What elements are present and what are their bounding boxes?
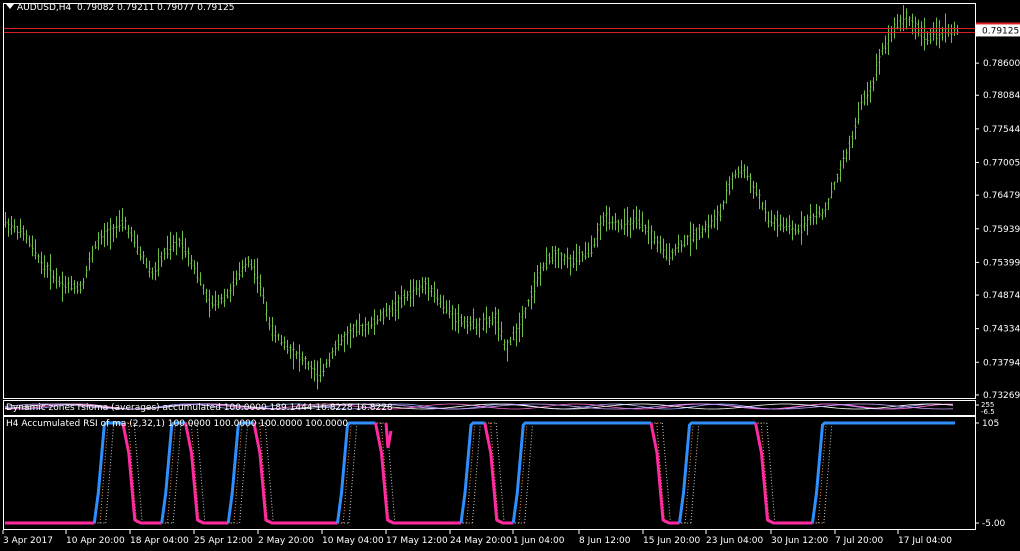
time-tick-label: 25 Apr 12:00 (194, 536, 253, 546)
rsi-segment-up (511, 421, 651, 524)
current-price-marker (976, 22, 1020, 25)
price-tick-label: 0.78600 (983, 59, 1020, 69)
rsi-segment-down (754, 422, 813, 525)
price-tick-label: 0.78084 (983, 91, 1020, 101)
time-tick-label: 30 Jun 12:00 (771, 536, 828, 546)
ind2-axis-top: 105 (982, 419, 999, 429)
rsi-spike (384, 422, 393, 449)
indicator2-frame (3, 416, 976, 530)
time-tick-label: 7 Jul 20:00 (835, 536, 884, 546)
indicator1-label: Dynamic zones rsioma (averages) accumula… (6, 403, 393, 413)
current-price-line: 0.79125 (4, 22, 1020, 37)
ind1-axis-bottom: -6.5 (981, 408, 995, 416)
price-tick-label: 0.74334 (983, 325, 1020, 335)
price-tick-label: 0.73794 (983, 358, 1020, 368)
time-tick-label: 10 May 04:00 (322, 536, 384, 546)
price-tick-label: 0.73269 (983, 391, 1020, 401)
time-tick-label: 17 Jul 04:00 (898, 536, 952, 546)
price-tick-label: 0.77005 (983, 158, 1020, 168)
indicator2-pane: 105 -5.00 (5, 419, 1006, 529)
candlestick-series (4, 5, 959, 390)
price-tick-label: 0.74874 (983, 291, 1020, 301)
time-tick-label: 3 Apr 2017 (3, 536, 53, 546)
price-tick-label: 0.75939 (983, 225, 1020, 235)
rsi-segment-up (336, 421, 376, 524)
rsi-segment-down (483, 422, 514, 525)
time-tick-label: 15 Jun 20:00 (643, 536, 700, 546)
rsi-segment-up (92, 421, 123, 524)
rsi-segment-down (121, 422, 162, 525)
rsi-segment-up (811, 421, 955, 524)
price-tick-label: 0.77544 (983, 125, 1020, 135)
time-tick-label: 24 May 20:00 (450, 536, 512, 546)
time-axis: 3 Apr 2017 10 Apr 20:00 18 Apr 04:00 25 Apr… (2, 530, 952, 546)
rsi-segment-up (160, 421, 186, 524)
time-tick-label: 23 Jun 04:00 (706, 536, 763, 546)
price-tick-label: 0.76479 (983, 191, 1020, 201)
rsi-segment-up (459, 421, 485, 524)
main-chart-frame (3, 3, 976, 399)
price-chart-canvas[interactable]: 0.79125 0.78600 0.78084 0.77544 0.77005 0.76… (0, 0, 1020, 551)
time-tick-label: 8 Jun 12:00 (579, 536, 631, 546)
time-tick-label: 1 Jun 04:00 (513, 536, 565, 546)
time-tick-label: 17 May 12:00 (386, 536, 448, 546)
time-tick-label: 18 Apr 04:00 (130, 536, 189, 546)
current-price-label: 0.79125 (982, 26, 1019, 36)
time-tick-label: 10 Apr 20:00 (66, 536, 125, 546)
time-tick-label: 2 May 20:00 (258, 536, 314, 546)
price-tick-label: 0.75399 (983, 258, 1020, 268)
ind2-axis-bottom: -5.00 (982, 519, 1006, 529)
rsi-segment-up (678, 421, 756, 524)
price-axis: 0.78600 0.78084 0.77544 0.77005 0.76479 0.759… (975, 59, 1020, 401)
indicator2-label: H4 Accumulated RSI of ma (2,32,1) 100.00… (6, 419, 349, 429)
rsi-segment-down (649, 422, 680, 525)
